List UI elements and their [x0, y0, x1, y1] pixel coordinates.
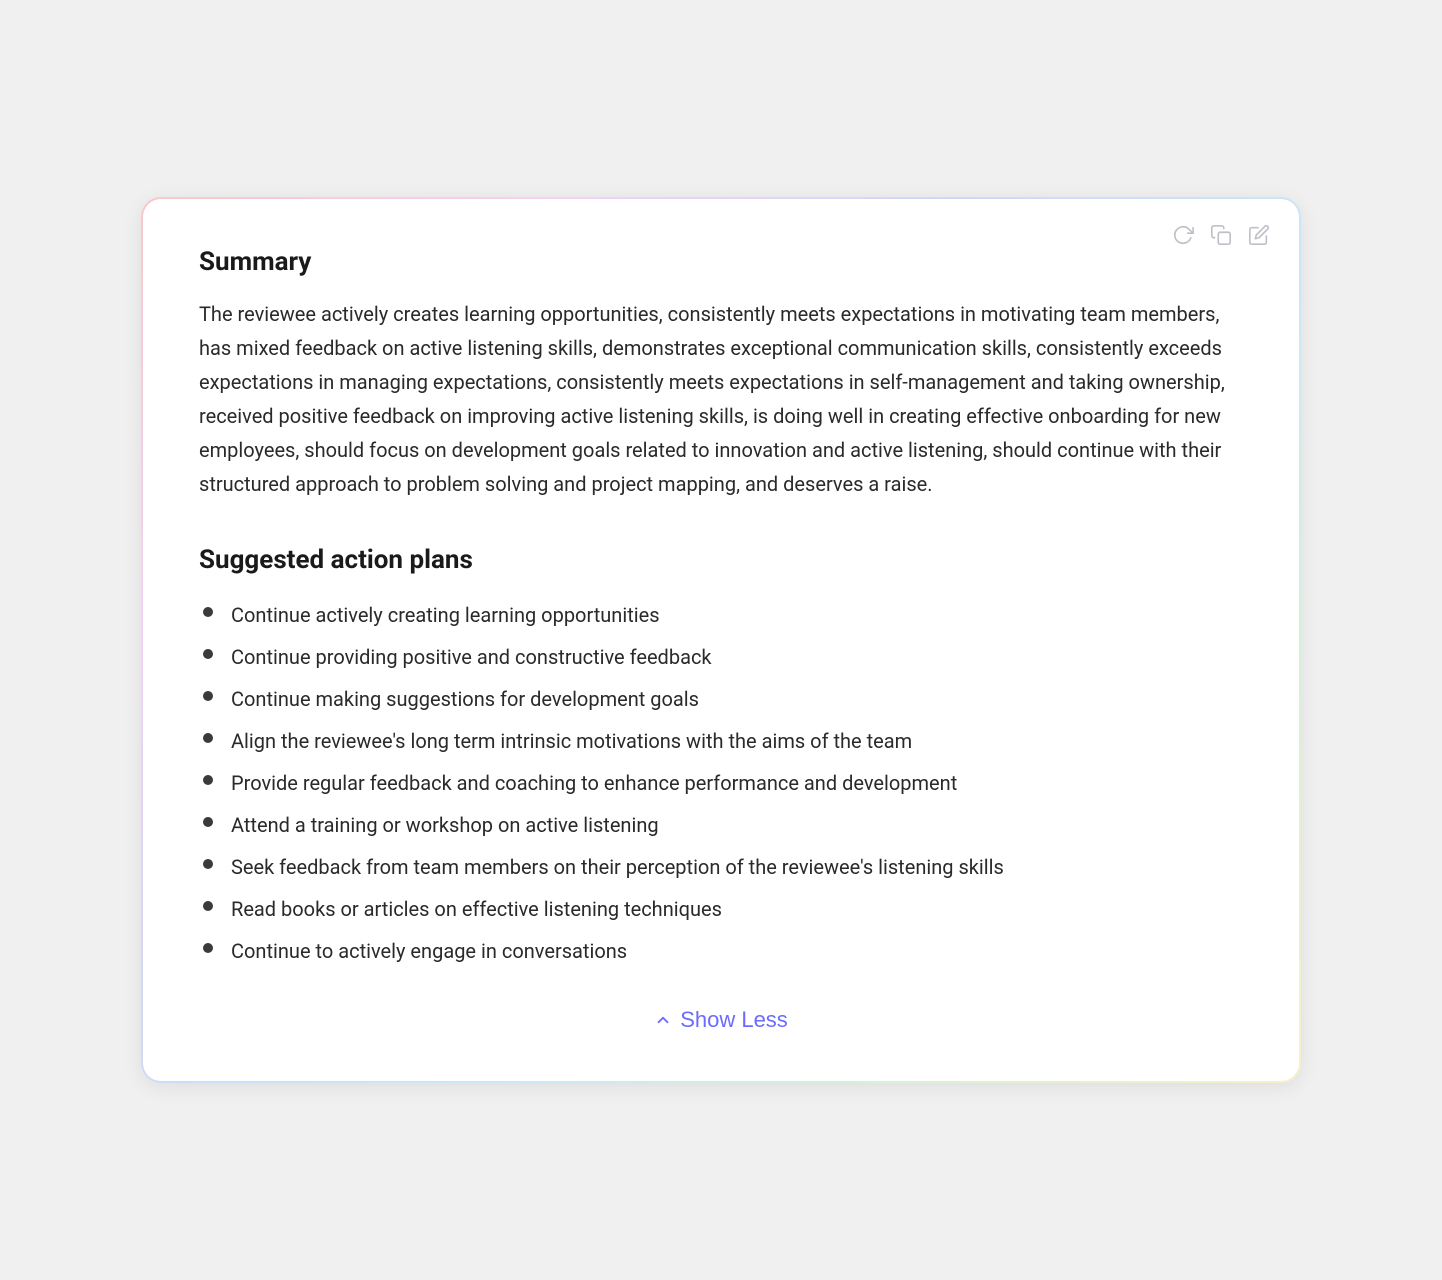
list-item: Align the reviewee's long term intrinsic… [199, 725, 1243, 757]
list-item: Continue making suggestions for developm… [199, 683, 1243, 715]
summary-title: Summary [199, 247, 1243, 277]
toolbar [1171, 223, 1271, 247]
bullet-icon [203, 901, 213, 911]
bullet-icon [203, 649, 213, 659]
list-item-text: Continue to actively engage in conversat… [231, 935, 627, 967]
bullet-icon [203, 943, 213, 953]
bullet-icon [203, 607, 213, 617]
list-item-text: Continue actively creating learning oppo… [231, 599, 660, 631]
copy-icon[interactable] [1209, 223, 1233, 247]
show-less-button[interactable]: Show Less [638, 999, 804, 1041]
show-less-container: Show Less [199, 999, 1243, 1041]
list-item-text: Align the reviewee's long term intrinsic… [231, 725, 912, 757]
bullet-icon [203, 859, 213, 869]
action-plans-list: Continue actively creating learning oppo… [199, 599, 1243, 967]
chevron-up-icon [654, 1011, 672, 1029]
bullet-icon [203, 733, 213, 743]
list-item: Continue to actively engage in conversat… [199, 935, 1243, 967]
list-item-text: Seek feedback from team members on their… [231, 851, 1004, 883]
list-item-text: Provide regular feedback and coaching to… [231, 767, 957, 799]
list-item-text: Continue providing positive and construc… [231, 641, 712, 673]
action-plans-title: Suggested action plans [199, 545, 1243, 575]
card-inner: Summary The reviewee actively creates le… [143, 199, 1299, 1081]
list-item-text: Read books or articles on effective list… [231, 893, 722, 925]
edit-icon[interactable] [1247, 223, 1271, 247]
list-item-text: Continue making suggestions for developm… [231, 683, 699, 715]
list-item: Seek feedback from team members on their… [199, 851, 1243, 883]
list-item: Provide regular feedback and coaching to… [199, 767, 1243, 799]
card-wrapper: Summary The reviewee actively creates le… [141, 197, 1301, 1083]
refresh-icon[interactable] [1171, 223, 1195, 247]
summary-text: The reviewee actively creates learning o… [199, 297, 1243, 501]
bullet-icon [203, 775, 213, 785]
list-item: Attend a training or workshop on active … [199, 809, 1243, 841]
list-item-text: Attend a training or workshop on active … [231, 809, 659, 841]
bullet-icon [203, 817, 213, 827]
show-less-label: Show Less [680, 1007, 788, 1033]
list-item: Continue actively creating learning oppo… [199, 599, 1243, 631]
list-item: Read books or articles on effective list… [199, 893, 1243, 925]
list-item: Continue providing positive and construc… [199, 641, 1243, 673]
bullet-icon [203, 691, 213, 701]
